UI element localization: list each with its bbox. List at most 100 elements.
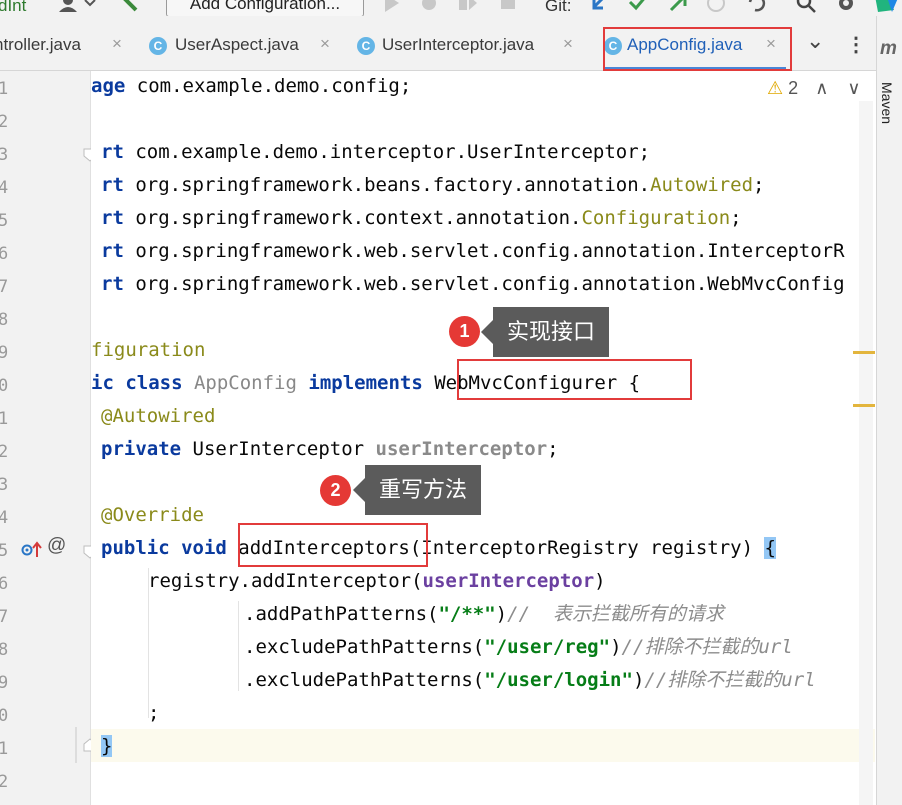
highlight-box-method xyxy=(238,523,428,567)
java-class-icon: C xyxy=(357,37,375,55)
code-token: } xyxy=(101,735,113,757)
code-line-3: rt com.example.demo.interceptor.UserInte… xyxy=(101,140,650,164)
git-label: Git: xyxy=(545,0,572,15)
add-configuration-button[interactable]: Add Configuration... xyxy=(166,0,364,16)
step-badge: 2 xyxy=(320,475,351,506)
run-icon[interactable] xyxy=(382,0,402,14)
more-options-icon[interactable]: ⋮ xyxy=(846,32,866,57)
line-number: 1 xyxy=(0,79,9,99)
code-token: rt xyxy=(101,207,124,229)
code-token: "/user/login" xyxy=(484,669,633,691)
code-comment: //排除不拦截的url xyxy=(621,636,793,658)
override-at-icon[interactable]: @ xyxy=(47,535,66,557)
code-line-4: rt org.springframework.beans.factory.ann… xyxy=(101,173,765,197)
stop-icon[interactable] xyxy=(498,0,518,14)
debug-icon[interactable] xyxy=(418,0,440,14)
code-comment: // 表示拦截所有的请求 xyxy=(507,603,724,625)
chevron-down-icon[interactable]: ∨ xyxy=(847,78,860,98)
maven-tool-button[interactable]: Maven xyxy=(879,82,895,124)
warning-icon: ⚠ xyxy=(767,78,784,98)
code-token: ic class xyxy=(91,372,183,394)
tab-user-aspect[interactable]: C UserAspect.java × xyxy=(140,16,348,70)
line-number: 5 xyxy=(0,211,9,231)
code-line-19: .excludePathPatterns("/user/login")//排除不… xyxy=(244,668,816,692)
code-editor[interactable]: age com.example.demo.config; rt com.exam… xyxy=(91,71,875,805)
chevron-down-icon[interactable]: ⌄ xyxy=(806,28,824,54)
warning-stripe-marker[interactable] xyxy=(853,351,875,354)
warning-count: 2 xyxy=(788,78,799,98)
toolbox-logo-icon[interactable] xyxy=(872,0,902,14)
code-token: { xyxy=(764,537,776,559)
code-token: .excludePathPatterns( xyxy=(244,636,485,658)
coverage-icon[interactable] xyxy=(456,0,480,14)
line-number: 7 xyxy=(0,607,9,627)
code-comment: //排除不拦截的url xyxy=(644,669,816,691)
tab-label: UserAspect.java xyxy=(175,35,299,54)
code-line-18: .excludePathPatterns("/user/reg")//排除不拦截… xyxy=(244,635,793,659)
code-line-17: .addPathPatterns("/**")// 表示拦截所有的请求 xyxy=(244,602,724,626)
code-token: userInterceptor xyxy=(375,438,548,460)
settings-gear-icon[interactable] xyxy=(835,0,857,14)
annotation-callout: 重写方法 xyxy=(352,465,482,515)
close-icon[interactable]: × xyxy=(563,34,573,54)
code-token: "/user/reg" xyxy=(484,636,611,658)
code-token: ; xyxy=(730,207,742,229)
line-number-gutter: 1 2 3 4 5 6 7 8 9 0 1 2 3 4 5 6 7 8 9 0 … xyxy=(0,71,97,805)
line-number: 2 xyxy=(0,442,9,462)
code-token: AppConfig xyxy=(193,372,297,394)
tab-label: UserInterceptor.java xyxy=(382,35,535,54)
build-hammer-icon[interactable] xyxy=(118,0,142,14)
close-icon[interactable]: × xyxy=(112,34,122,54)
code-line-6: rt org.springframework.web.servlet.confi… xyxy=(101,239,845,263)
chevron-up-icon[interactable]: ∧ xyxy=(815,78,828,98)
code-token: rt xyxy=(101,141,124,163)
code-token: private xyxy=(101,438,182,460)
tab-controller[interactable]: ntroller.java × xyxy=(0,16,140,70)
code-token: Configuration xyxy=(581,207,731,229)
maven-icon[interactable]: m xyxy=(880,38,897,60)
git-commit-check-icon[interactable] xyxy=(627,0,649,14)
code-line-5: rt org.springframework.context.annotatio… xyxy=(101,206,742,230)
line-number: 4 xyxy=(0,508,9,528)
implements-method-icon[interactable] xyxy=(20,539,44,561)
user-profile-icon[interactable] xyxy=(56,0,98,14)
code-token: "/**" xyxy=(438,603,496,625)
warning-stripe-marker[interactable] xyxy=(853,404,875,407)
code-token: com.example.demo.interceptor.UserInterce… xyxy=(123,141,651,163)
code-line-7: rt org.springframework.web.servlet.confi… xyxy=(101,272,845,296)
code-line-16: registry.addInterceptor(userInterceptor) xyxy=(148,569,606,593)
code-token: rt xyxy=(101,240,124,262)
line-number: 5 xyxy=(0,541,9,561)
line-number: 0 xyxy=(0,706,9,726)
line-number: 1 xyxy=(0,739,9,759)
close-icon[interactable]: × xyxy=(320,34,330,54)
code-token: implements xyxy=(308,372,423,394)
code-token: rt xyxy=(101,174,124,196)
tab-user-interceptor[interactable]: C UserInterceptor.java × xyxy=(348,16,596,70)
code-token: userInterceptor xyxy=(422,570,595,592)
line-number: 6 xyxy=(0,244,9,264)
code-token: public void xyxy=(101,537,227,559)
code-token: org.springframework.context.annotation. xyxy=(123,207,582,229)
caret-line-highlight xyxy=(91,729,875,762)
inspections-widget[interactable]: ⚠ 2 ∧ ∨ xyxy=(767,78,861,99)
editor-scrollbar[interactable] xyxy=(859,101,873,805)
code-token: ) xyxy=(632,669,645,691)
code-token: com.example.demo.config; xyxy=(125,75,412,97)
caret-line-gutter-marker xyxy=(75,727,77,763)
search-icon[interactable] xyxy=(795,0,817,14)
rollback-icon[interactable] xyxy=(745,0,767,14)
code-token: ) xyxy=(594,570,606,592)
line-number: 9 xyxy=(0,343,9,363)
code-line-1: age com.example.demo.config; xyxy=(91,74,411,98)
tab-label: ntroller.java xyxy=(0,35,81,54)
code-line-11: @Autowired xyxy=(101,405,216,427)
code-token: age xyxy=(91,75,126,97)
code-line-20: ; xyxy=(148,702,160,724)
git-update-icon[interactable] xyxy=(589,0,611,14)
code-line-15: public void addInterceptors(InterceptorR… xyxy=(101,536,776,560)
history-clock-icon[interactable] xyxy=(705,0,727,14)
git-push-icon[interactable] xyxy=(667,0,689,14)
run-config-name[interactable]: dInt xyxy=(0,0,26,16)
